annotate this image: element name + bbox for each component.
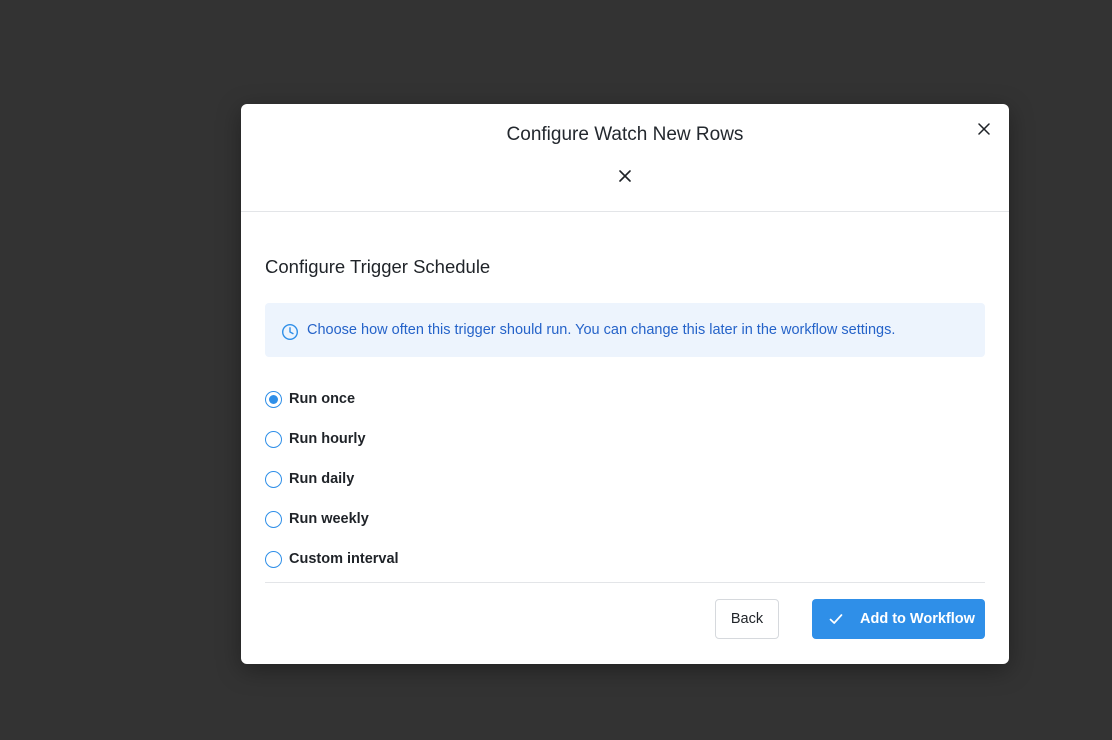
radio-selected-dot (269, 394, 278, 404)
schedule-option[interactable]: Run once (265, 379, 985, 419)
schedule-option[interactable]: Run weekly (265, 499, 985, 539)
section-title: Configure Trigger Schedule (265, 256, 491, 277)
modal-close-icon[interactable] (974, 119, 994, 139)
radio-button[interactable] (265, 510, 282, 528)
schedule-options: Run once Run hourly Run daily Run weekly Cus… (265, 379, 985, 579)
radio-button[interactable] (265, 550, 282, 568)
schedule-option[interactable]: Custom interval (265, 539, 985, 579)
schedule-option-label: Run hourly (289, 431, 366, 447)
schedule-option[interactable]: Run daily (265, 459, 985, 499)
back-button[interactable]: Back (715, 599, 779, 639)
modal-title: Configure Watch New Rows (506, 124, 744, 145)
modal-footer: Back Add to Workflow (265, 582, 985, 639)
add-to-workflow-button[interactable]: Add to Workflow (812, 599, 985, 639)
check-icon (829, 614, 843, 624)
modal-body: Configure Trigger Schedule Choose how of… (265, 212, 985, 579)
add-to-workflow-label: Add to Workflow (860, 611, 975, 627)
schedule-option-label: Run once (289, 391, 356, 407)
close-icon[interactable] (615, 166, 635, 186)
schedule-option-label: Run weekly (289, 511, 369, 527)
radio-button[interactable] (265, 390, 282, 408)
schedule-option-label: Run daily (289, 471, 355, 487)
clock-icon (281, 323, 299, 341)
configure-trigger-modal: Configure Watch New Rows Configure Trigg… (241, 104, 1009, 664)
radio-button[interactable] (265, 430, 282, 448)
info-banner: Choose how often this trigger should run… (265, 303, 985, 357)
modal-header: Configure Watch New Rows (241, 104, 1009, 212)
schedule-option[interactable]: Run hourly (265, 419, 985, 459)
info-text: Choose how often this trigger should run… (307, 322, 896, 338)
schedule-option-label: Custom interval (289, 551, 399, 567)
radio-button[interactable] (265, 470, 282, 488)
